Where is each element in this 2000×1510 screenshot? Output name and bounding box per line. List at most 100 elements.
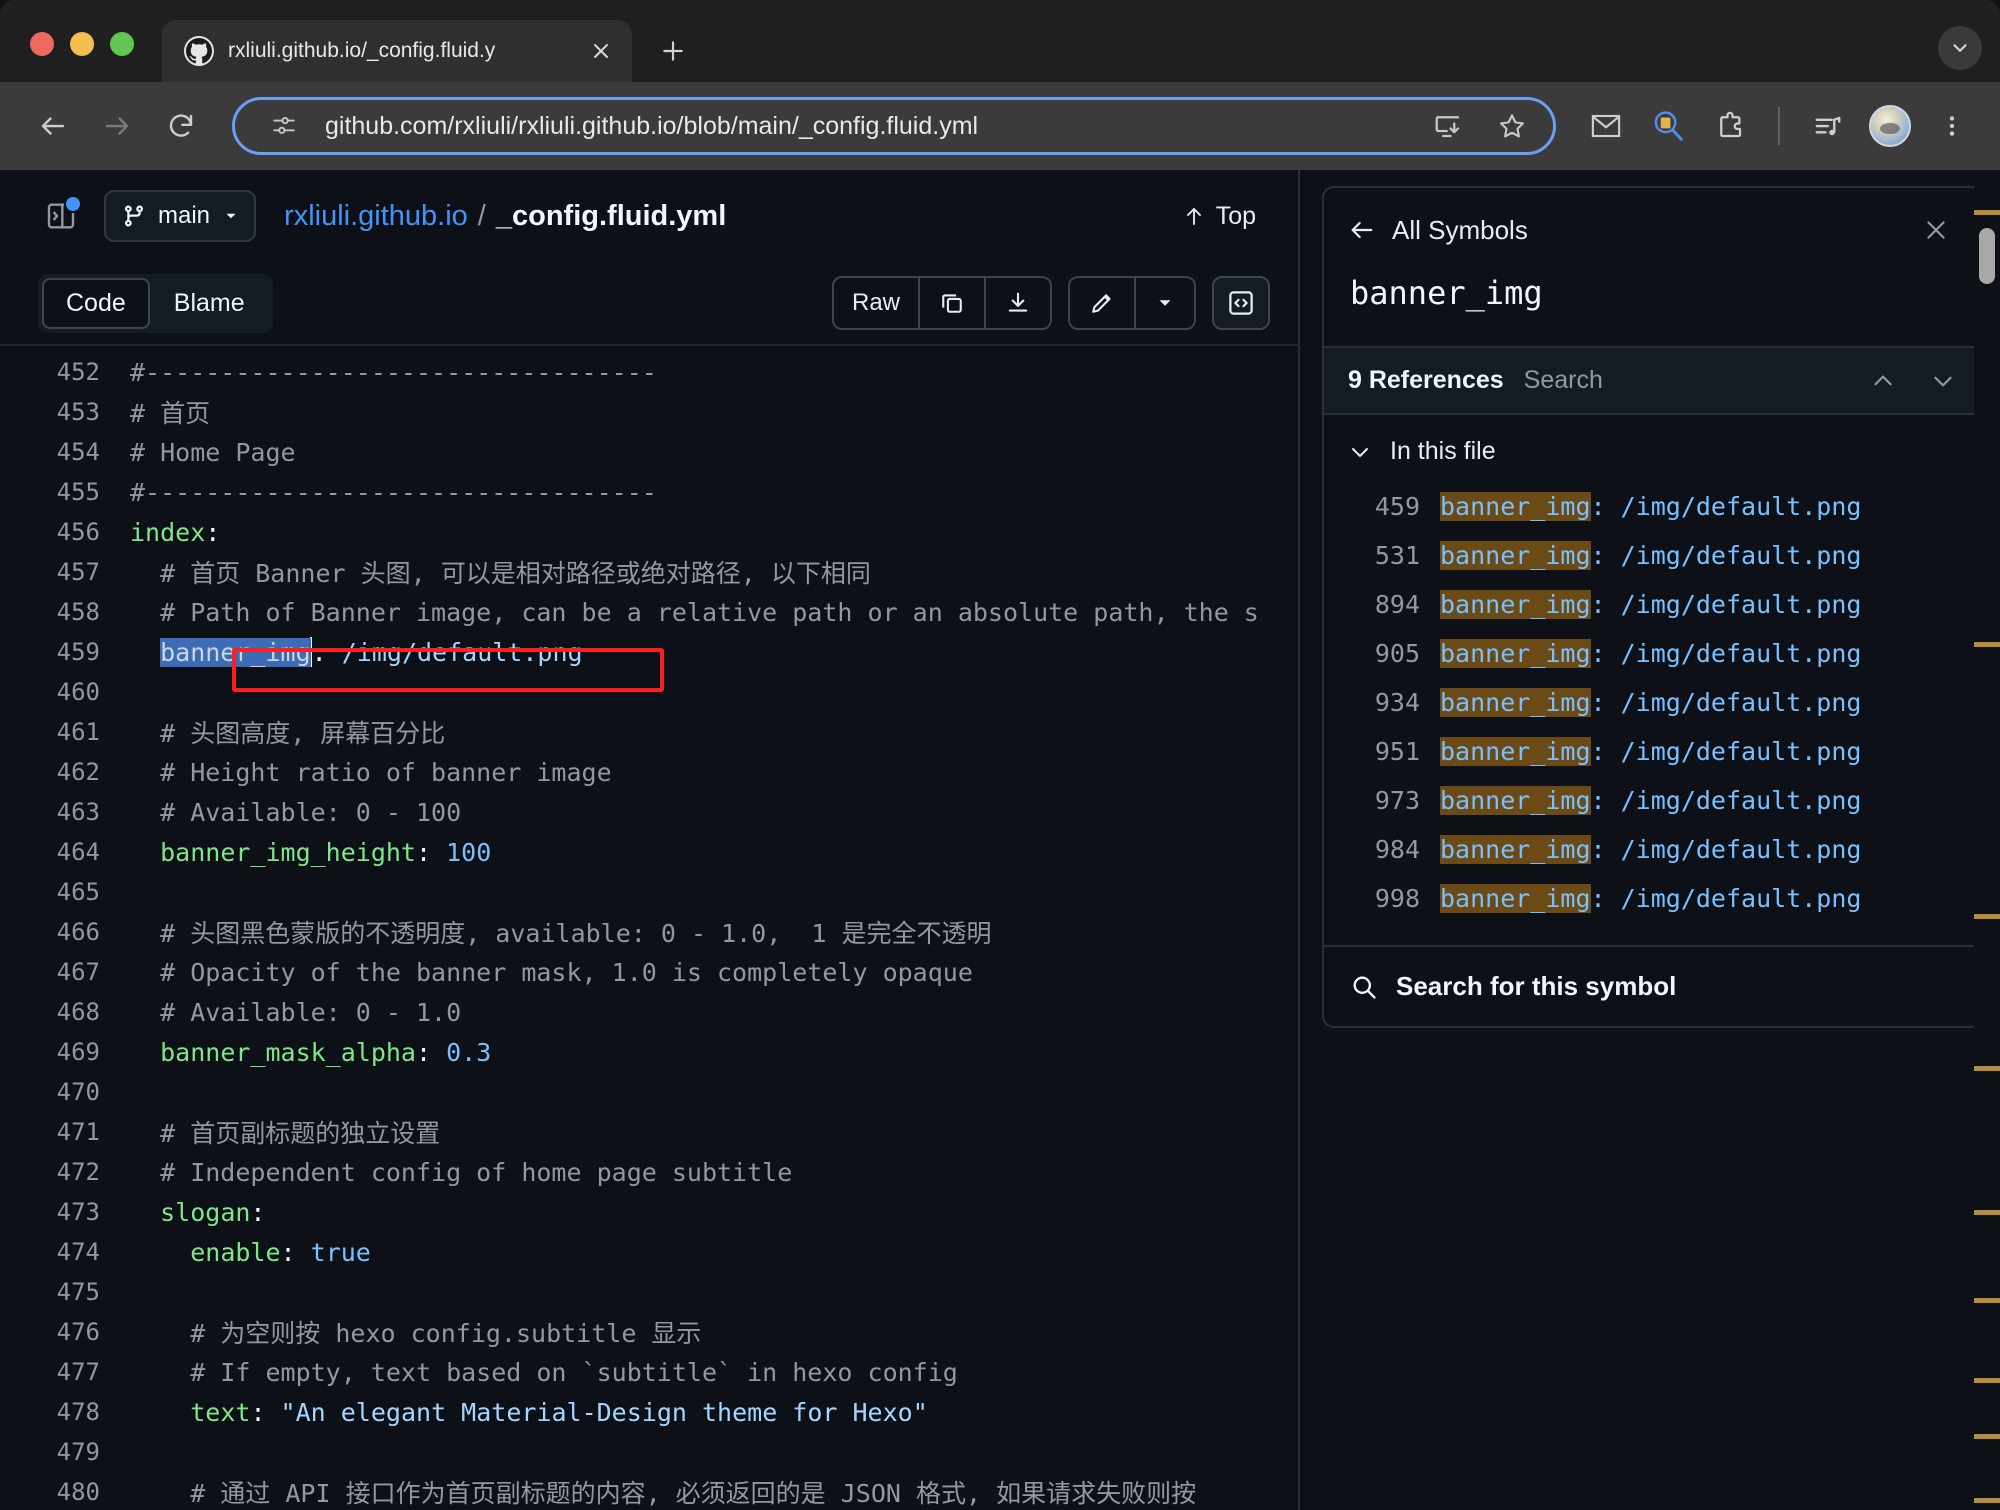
profile-avatar[interactable] bbox=[1864, 100, 1916, 152]
line-content[interactable]: #---------------------------------- bbox=[130, 478, 657, 507]
breadcrumb-repo-link[interactable]: rxliuli.github.io bbox=[284, 200, 468, 233]
browser-tab[interactable]: rxliuli.github.io/_config.fluid.y bbox=[162, 20, 632, 82]
code-brackets-icon[interactable] bbox=[1212, 276, 1270, 330]
scrollbar-thumb[interactable] bbox=[1979, 228, 1995, 284]
line-number[interactable]: 459 bbox=[0, 638, 130, 666]
line-content[interactable]: # 头图黑色蒙版的不透明度, available: 0 - 1.0, 1 是完全… bbox=[130, 914, 991, 950]
line-number[interactable]: 472 bbox=[0, 1158, 130, 1186]
reference-row[interactable]: 998 banner_img: /img/default.png bbox=[1324, 874, 1980, 923]
line-number[interactable]: 461 bbox=[0, 718, 130, 746]
line-number[interactable]: 473 bbox=[0, 1198, 130, 1226]
line-number[interactable]: 458 bbox=[0, 598, 130, 626]
copy-icon[interactable] bbox=[920, 278, 986, 328]
scroll-to-top-button[interactable]: Top bbox=[1168, 194, 1270, 239]
line-content[interactable]: #---------------------------------- bbox=[130, 358, 657, 387]
line-content[interactable]: # Opacity of the banner mask, 1.0 is com… bbox=[130, 958, 973, 987]
search-tab[interactable]: Search bbox=[1524, 366, 1603, 395]
back-arrow-icon[interactable] bbox=[26, 99, 80, 153]
minimize-window-button[interactable] bbox=[70, 32, 94, 56]
mail-extension-button[interactable] bbox=[1580, 100, 1632, 152]
raw-button[interactable]: Raw bbox=[834, 278, 920, 328]
selected-token[interactable]: banner_img bbox=[160, 638, 311, 667]
reference-row[interactable]: 951 banner_img: /img/default.png bbox=[1324, 727, 1980, 776]
edit-dropdown-caret-icon[interactable] bbox=[1136, 278, 1194, 328]
line-number[interactable]: 465 bbox=[0, 878, 130, 906]
reference-row[interactable]: 905 banner_img: /img/default.png bbox=[1324, 629, 1980, 678]
line-content[interactable]: # Height ratio of banner image bbox=[130, 758, 612, 787]
close-window-button[interactable] bbox=[30, 32, 54, 56]
line-number[interactable]: 479 bbox=[0, 1438, 130, 1466]
line-content[interactable]: banner_img: /img/default.png bbox=[130, 637, 583, 667]
reference-row[interactable]: 934 banner_img: /img/default.png bbox=[1324, 678, 1980, 727]
line-content[interactable]: # 通过 API 接口作为首页副标题的内容, 必须返回的是 JSON 格式, 如… bbox=[130, 1474, 1196, 1510]
back-to-all-symbols-button[interactable]: All Symbols bbox=[1348, 215, 1528, 246]
line-number[interactable]: 474 bbox=[0, 1238, 130, 1266]
line-content[interactable]: # 头图高度, 屏幕百分比 bbox=[130, 714, 445, 750]
line-content[interactable]: enable: true bbox=[130, 1238, 371, 1267]
line-content[interactable]: # Path of Banner image, can be a relativ… bbox=[130, 598, 1259, 627]
in-this-file-group-header[interactable]: In this file bbox=[1324, 415, 1980, 476]
line-number[interactable]: 462 bbox=[0, 758, 130, 786]
line-number[interactable]: 476 bbox=[0, 1318, 130, 1346]
page-scrollbar[interactable] bbox=[1974, 170, 2000, 1510]
line-number[interactable]: 457 bbox=[0, 558, 130, 586]
line-number[interactable]: 464 bbox=[0, 838, 130, 866]
forward-arrow-icon[interactable] bbox=[90, 99, 144, 153]
line-number[interactable]: 471 bbox=[0, 1118, 130, 1146]
download-icon[interactable] bbox=[986, 278, 1050, 328]
line-number[interactable]: 453 bbox=[0, 398, 130, 426]
line-content[interactable]: banner_img_height: 100 bbox=[130, 838, 491, 867]
line-number[interactable]: 477 bbox=[0, 1358, 130, 1386]
line-number[interactable]: 470 bbox=[0, 1078, 130, 1106]
reference-row[interactable]: 459 banner_img: /img/default.png bbox=[1324, 482, 1980, 531]
media-list-button[interactable] bbox=[1802, 100, 1854, 152]
close-icon[interactable] bbox=[1916, 210, 1956, 250]
line-content[interactable]: # Available: 0 - 100 bbox=[130, 798, 461, 827]
line-number[interactable]: 467 bbox=[0, 958, 130, 986]
line-number[interactable]: 466 bbox=[0, 918, 130, 946]
line-content[interactable]: # If empty, text based on `subtitle` in … bbox=[130, 1358, 958, 1387]
references-count-tab[interactable]: 9 References bbox=[1348, 366, 1504, 395]
tab-code[interactable]: Code bbox=[42, 277, 150, 329]
line-content[interactable]: slogan: bbox=[130, 1198, 265, 1227]
reload-icon[interactable] bbox=[154, 99, 208, 153]
line-content[interactable]: text: "An elegant Material-Design theme … bbox=[130, 1398, 928, 1427]
url-text[interactable]: github.com/rxliuli/rxliuli.github.io/blo… bbox=[325, 112, 1407, 141]
chevron-down-icon[interactable] bbox=[1930, 368, 1956, 394]
line-content[interactable]: # Independent config of home page subtit… bbox=[130, 1158, 792, 1187]
file-tree-icon[interactable] bbox=[38, 193, 84, 239]
line-number[interactable]: 455 bbox=[0, 478, 130, 506]
reference-row[interactable]: 894 banner_img: /img/default.png bbox=[1324, 580, 1980, 629]
maximize-window-button[interactable] bbox=[110, 32, 134, 56]
pencil-icon[interactable] bbox=[1070, 278, 1136, 328]
line-number[interactable]: 460 bbox=[0, 678, 130, 706]
branch-selector[interactable]: main bbox=[104, 190, 257, 242]
line-content[interactable]: # Home Page bbox=[130, 438, 296, 467]
line-number[interactable]: 463 bbox=[0, 798, 130, 826]
address-bar[interactable]: github.com/rxliuli/rxliuli.github.io/blo… bbox=[232, 97, 1556, 155]
star-icon[interactable] bbox=[1489, 103, 1535, 149]
new-tab-button[interactable] bbox=[650, 28, 696, 74]
line-number[interactable]: 469 bbox=[0, 1038, 130, 1066]
line-content[interactable]: banner_mask_alpha: 0.3 bbox=[130, 1038, 491, 1067]
line-number[interactable]: 456 bbox=[0, 518, 130, 546]
line-content[interactable]: # Available: 0 - 1.0 bbox=[130, 998, 461, 1027]
line-number[interactable]: 452 bbox=[0, 358, 130, 386]
line-number[interactable]: 478 bbox=[0, 1398, 130, 1426]
close-icon[interactable] bbox=[584, 34, 618, 68]
line-content[interactable]: # 首页 bbox=[130, 394, 210, 430]
line-number[interactable]: 480 bbox=[0, 1478, 130, 1506]
line-content[interactable]: # 为空则按 hexo config.subtitle 显示 bbox=[130, 1314, 701, 1350]
line-content[interactable]: # 首页副标题的独立设置 bbox=[130, 1114, 440, 1150]
install-app-icon[interactable] bbox=[1425, 103, 1471, 149]
search-extension-button[interactable] bbox=[1642, 100, 1694, 152]
reference-row[interactable]: 531 banner_img: /img/default.png bbox=[1324, 531, 1980, 580]
line-content[interactable]: index: bbox=[130, 518, 220, 547]
code-viewer[interactable]: 452 #---------------------------------- 45… bbox=[0, 346, 1298, 1510]
tab-blame[interactable]: Blame bbox=[150, 278, 269, 329]
chevron-down-icon[interactable] bbox=[1938, 26, 1982, 70]
chevron-up-icon[interactable] bbox=[1870, 368, 1896, 394]
reference-row[interactable]: 984 banner_img: /img/default.png bbox=[1324, 825, 1980, 874]
line-number[interactable]: 468 bbox=[0, 998, 130, 1026]
reference-row[interactable]: 973 banner_img: /img/default.png bbox=[1324, 776, 1980, 825]
